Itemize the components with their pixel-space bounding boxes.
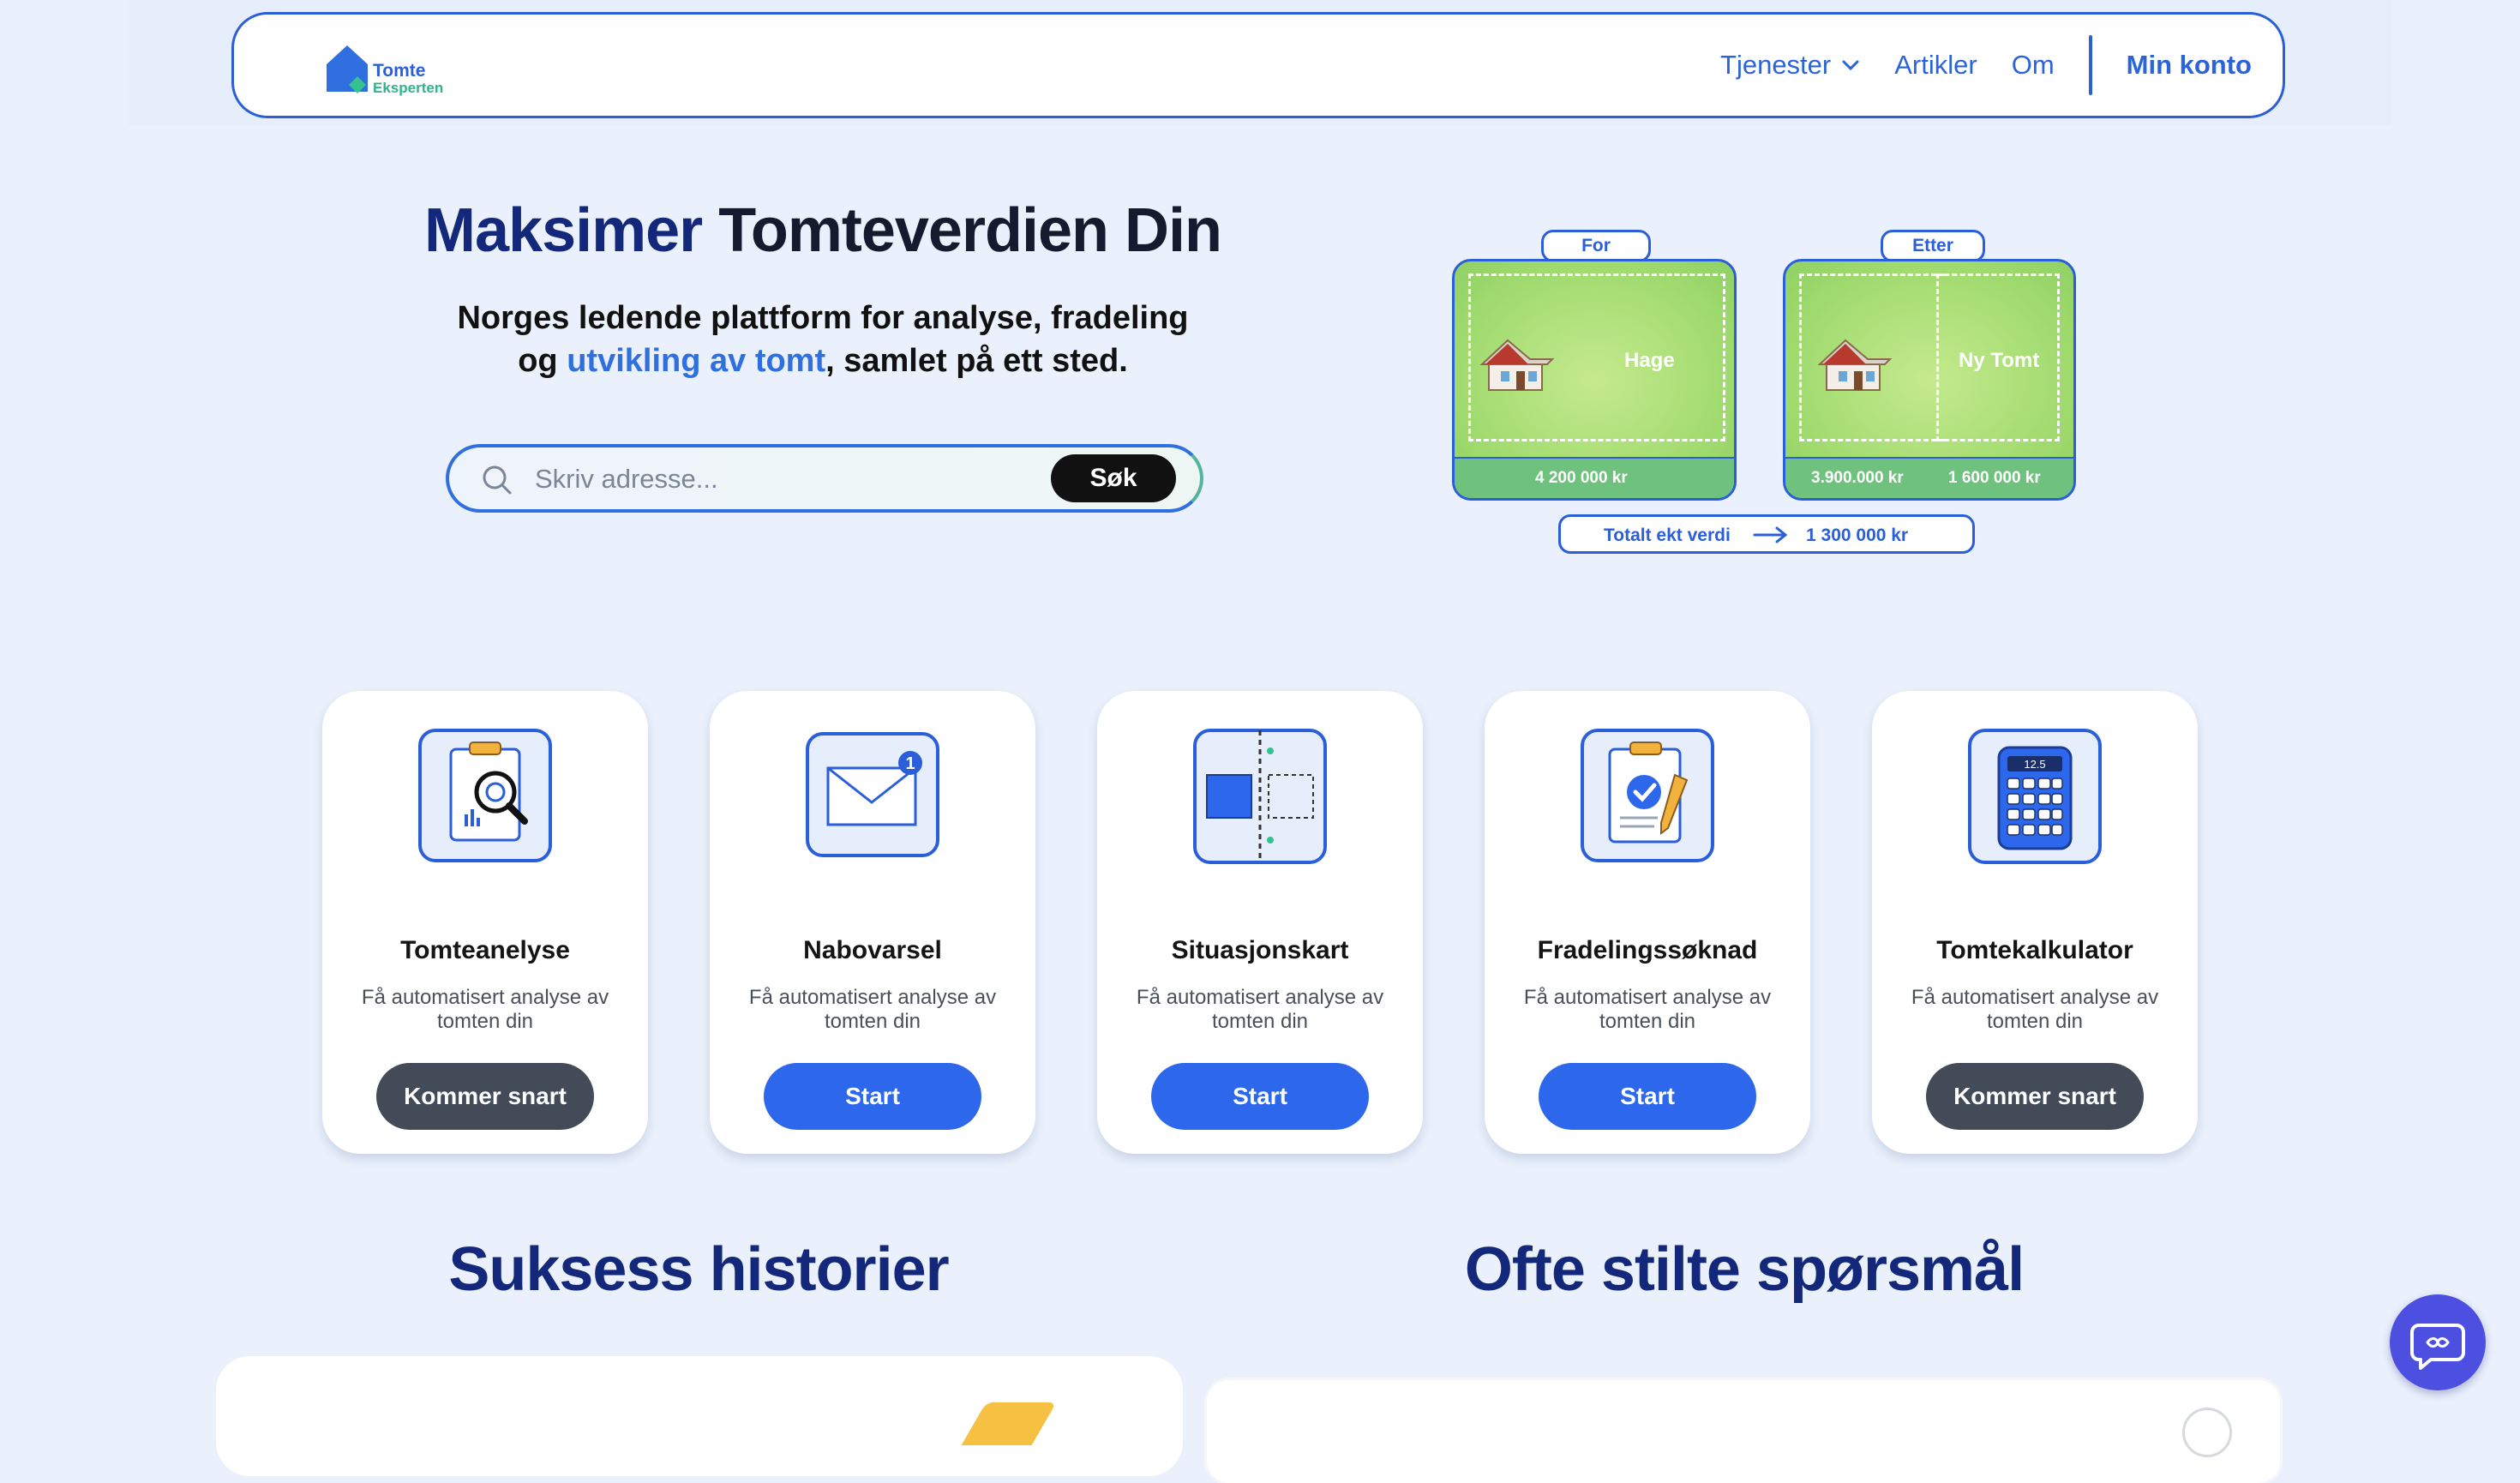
card-title: Nabovarsel: [803, 936, 942, 964]
faq-item[interactable]: [1207, 1380, 2280, 1483]
card-description: Få automatisert analyse av tomten din: [748, 986, 997, 1033]
house-icon: [1479, 339, 1555, 391]
start-button[interactable]: Start: [1151, 1063, 1369, 1130]
chat-icon: [2410, 1324, 2465, 1370]
clipboard-check-icon: [1581, 729, 1714, 862]
hero-subtitle-highlight: utvikling av tomt: [567, 343, 826, 379]
nav-divider: [2088, 35, 2092, 95]
after-value-strip: 3.900.000 kr 1 600 000 kr: [1785, 457, 2073, 498]
hero-subtitle: Norges ledende plattform for analyse, fr…: [411, 297, 1234, 382]
card-title: Tomteanelyse: [400, 936, 570, 964]
coming-soon-button[interactable]: Kommer snart: [376, 1063, 594, 1130]
chat-button[interactable]: [2390, 1294, 2486, 1390]
faq-expand-icon[interactable]: [2182, 1408, 2232, 1457]
logo-text-top: Tomte: [373, 61, 426, 81]
card-description: Få automatisert analyse av tomten din: [1136, 986, 1384, 1033]
card-title: Fradelingssøknad: [1537, 936, 1758, 964]
calculator-icon: 12.5: [1968, 729, 2102, 864]
before-plot: Hage 4 200 000 kr: [1452, 259, 1737, 501]
start-button[interactable]: Start: [1539, 1063, 1756, 1130]
card-title: Tomtekalkulator: [1936, 936, 2133, 964]
search-button[interactable]: Søk: [1051, 454, 1176, 502]
hero-subtitle-pre: og: [518, 343, 558, 379]
search-icon: [483, 465, 512, 495]
logo[interactable]: Tomte Eksperten: [323, 42, 460, 102]
address-search-input[interactable]: [533, 454, 1017, 504]
service-card-tomtekalkulator: 12.5 Tomtekalkulator Få automatisert ana…: [1872, 691, 2198, 1154]
before-value: 4 200 000 kr: [1535, 469, 1628, 487]
after-plot: Ny Tomt 3.900.000 kr 1 600 000 kr: [1783, 259, 2076, 501]
after-tag: Etter: [1881, 230, 1985, 262]
after-new-lot-value: 1 600 000 kr: [1948, 469, 2041, 487]
nav-services-label: Tjenester: [1720, 50, 1832, 80]
nav-articles[interactable]: Artikler: [1894, 50, 1977, 81]
arrow-right-icon: [1753, 526, 1788, 543]
hero-title: Maksimer Tomteverdien Din: [360, 195, 1286, 266]
service-card-tomteanelyse: Tomteanelyse Få automatisert analyse av …: [322, 691, 648, 1154]
faq-heading: Ofte stilte spørsmål: [1464, 1235, 2025, 1304]
before-value-strip: 4 200 000 kr: [1455, 457, 1734, 498]
new-lot-label: Ny Tomt: [1959, 349, 2040, 372]
search-bar: Søk: [446, 444, 1203, 513]
coming-soon-button[interactable]: Kommer snart: [1926, 1063, 2144, 1130]
chevron-down-icon: [1842, 60, 1859, 71]
card-description: Få automatisert analyse av tomten din: [361, 986, 609, 1033]
total-label: Totalt ekt verdi: [1604, 525, 1731, 545]
envelope-icon: 1: [806, 732, 939, 857]
total-value-box: Totalt ekt verdi 1 300 000 kr: [1558, 514, 1975, 554]
nav-links: Tjenester Artikler Om Min konto: [1686, 15, 2252, 116]
hero-subtitle-line1: Norges ledende plattform for analyse, fr…: [457, 300, 1189, 336]
navbar: Tomte Eksperten Tjenester Artikler Om Mi…: [231, 12, 2285, 118]
nav-services[interactable]: Tjenester: [1720, 50, 1860, 81]
card-title: Situasjonskart: [1171, 936, 1349, 964]
clipboard-magnifier-icon: [418, 729, 552, 862]
house-icon: [1817, 339, 1893, 391]
logo-house-icon: [327, 45, 368, 93]
garden-label: Hage: [1624, 349, 1675, 372]
hero-title-part1: Maksimer: [424, 196, 703, 265]
logo-text-bottom: Eksperten: [373, 80, 444, 96]
card-description: Få automatisert analyse av tomten din: [1911, 986, 2159, 1033]
before-tag: For: [1541, 230, 1651, 262]
total-value: 1 300 000 kr: [1806, 525, 1909, 545]
split-map-icon: [1193, 729, 1327, 864]
service-card-fradelingssoknad: Fradelingssøknad Få automatisert analyse…: [1485, 691, 1810, 1154]
my-account-link[interactable]: Min konto: [2127, 50, 2252, 81]
hero-subtitle-post: , samlet på ett sted.: [825, 343, 1128, 379]
after-house-value: 3.900.000 kr: [1811, 469, 1904, 487]
success-stories-heading: Suksess historier: [448, 1235, 949, 1304]
service-card-situasjonskart: Situasjonskart Få automatisert analyse a…: [1097, 691, 1423, 1154]
notification-badge-count: 1: [905, 754, 915, 773]
start-button[interactable]: Start: [764, 1063, 981, 1130]
hero-title-part2: Tomteverdien Din: [718, 196, 1222, 265]
service-card-nabovarsel: 1 Nabovarsel Få automatisert analyse av …: [710, 691, 1035, 1154]
calculator-display: 12.5: [2024, 758, 2045, 771]
nav-about[interactable]: Om: [2012, 50, 2055, 81]
card-description: Få automatisert analyse av tomten din: [1523, 986, 1772, 1033]
